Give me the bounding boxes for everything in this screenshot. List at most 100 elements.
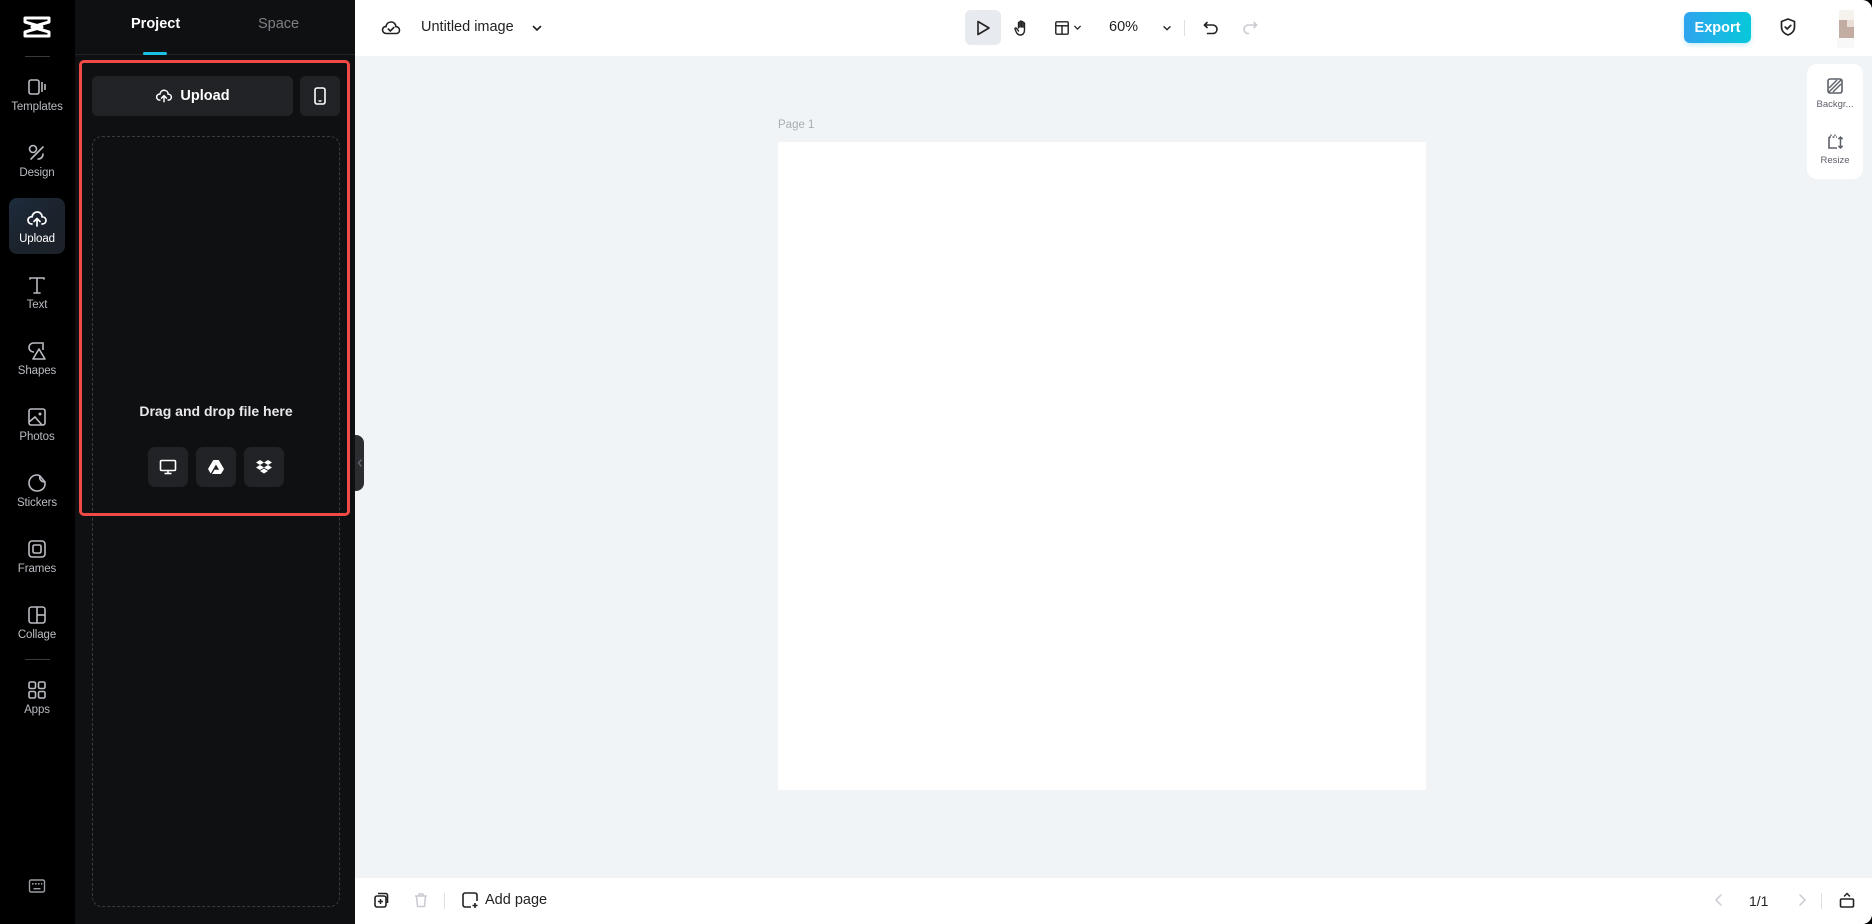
active-tab-indicator xyxy=(143,52,167,55)
hand-icon xyxy=(1014,19,1026,36)
pointer-icon xyxy=(977,20,990,35)
background-icon xyxy=(1827,78,1843,94)
delete-page-icon[interactable] xyxy=(412,891,430,909)
add-page-icon xyxy=(462,892,478,908)
design-icon xyxy=(28,144,44,160)
rail-divider xyxy=(25,659,50,660)
document-title[interactable]: Untitled image xyxy=(421,19,514,35)
side-tools-panel: Backgr... Resize xyxy=(1807,64,1863,179)
rail-item-templates[interactable]: Templates xyxy=(9,66,65,122)
upload-from-phone-button[interactable] xyxy=(300,76,340,116)
undo-icon xyxy=(1203,21,1218,34)
bottom-toolbar: Add page 1/1 xyxy=(355,878,1872,924)
rail-item-label: Text xyxy=(26,298,48,311)
zoom-level[interactable]: 60% xyxy=(1109,19,1138,35)
rail-item-label: Design xyxy=(19,166,55,179)
rail-item-photos[interactable]: Photos xyxy=(9,396,65,452)
editor-main: Untitled image 60% Export Backgr... Resi… xyxy=(355,0,1872,924)
resize-button[interactable]: Resize xyxy=(1807,133,1863,166)
resize-label: Resize xyxy=(1820,155,1850,166)
zoom-dropdown-button[interactable] xyxy=(1157,10,1177,45)
upload-button-label: Upload xyxy=(180,88,230,104)
upload-from-google-drive-button[interactable] xyxy=(196,447,236,487)
rail-divider xyxy=(25,56,50,57)
page-label: Page 1 xyxy=(778,119,815,131)
rail-item-label: Templates xyxy=(11,100,63,113)
photos-icon xyxy=(28,407,46,426)
rail-item-label: Upload xyxy=(19,232,55,245)
toolbar-divider xyxy=(1184,20,1185,36)
cloud-saved-icon[interactable] xyxy=(381,18,401,38)
toolbar-divider xyxy=(444,893,445,909)
capcut-logo-icon[interactable] xyxy=(22,15,52,39)
redo-button[interactable] xyxy=(1235,10,1265,45)
add-page-button[interactable]: Add page xyxy=(461,891,547,909)
chevron-left-icon xyxy=(357,459,362,467)
canvas-page[interactable] xyxy=(778,142,1426,790)
upload-from-dropbox-button[interactable] xyxy=(244,447,284,487)
export-button[interactable]: Export xyxy=(1684,12,1751,43)
layout-tool-button[interactable] xyxy=(1048,10,1088,45)
shield-check-icon[interactable] xyxy=(1778,17,1798,37)
next-page-icon[interactable] xyxy=(1795,891,1809,909)
hand-tool-button[interactable] xyxy=(1007,10,1037,45)
tab-project[interactable]: Project xyxy=(131,16,180,32)
upload-panel: Project Space Upload Drag and drop file … xyxy=(75,0,355,924)
rail-item-collage[interactable]: Collage xyxy=(9,594,65,650)
app-window: Templates Design Upload Text Shapes Phot… xyxy=(0,0,1872,924)
add-page-label: Add page xyxy=(485,892,548,908)
chevron-down-icon xyxy=(1073,25,1081,30)
apps-icon xyxy=(28,680,46,699)
templates-icon xyxy=(28,78,46,95)
collage-icon xyxy=(28,605,46,624)
chevron-down-icon xyxy=(1163,25,1171,31)
phone-icon xyxy=(314,87,326,105)
stickers-icon xyxy=(28,473,46,492)
drop-zone[interactable] xyxy=(92,136,340,907)
rail-item-label: Apps xyxy=(24,703,50,716)
upload-cloud-icon xyxy=(27,210,47,227)
toolbar-divider xyxy=(1821,893,1822,909)
rail-item-label: Stickers xyxy=(16,496,58,509)
dropbox-icon xyxy=(256,460,272,474)
chevron-down-icon[interactable] xyxy=(530,21,544,35)
rail-item-frames[interactable]: Frames xyxy=(9,528,65,584)
background-button[interactable]: Backgr... xyxy=(1807,77,1863,110)
upload-from-computer-button[interactable] xyxy=(148,447,188,487)
upload-button[interactable]: Upload xyxy=(92,76,293,116)
drop-zone-text: Drag and drop file here xyxy=(139,403,293,419)
rail-item-label: Collage xyxy=(17,628,57,641)
rail-item-text[interactable]: Text xyxy=(9,264,65,320)
previous-page-icon[interactable] xyxy=(1712,891,1726,909)
collapse-pages-icon[interactable] xyxy=(1838,891,1856,909)
panel-tabs: Project Space xyxy=(75,0,355,55)
rail-item-stickers[interactable]: Stickers xyxy=(9,462,65,518)
top-toolbar: Untitled image 60% Export xyxy=(355,0,1872,56)
tab-space[interactable]: Space xyxy=(258,16,299,32)
rail-item-upload[interactable]: Upload xyxy=(9,198,65,254)
user-avatar[interactable] xyxy=(1837,10,1857,48)
rail-item-label: Photos xyxy=(19,430,55,443)
upload-cloud-icon xyxy=(156,89,173,103)
background-label: Backgr... xyxy=(1816,99,1854,110)
keyboard-icon[interactable] xyxy=(28,878,46,894)
resize-icon xyxy=(1828,134,1843,150)
collapse-panel-handle[interactable] xyxy=(355,435,364,491)
google-drive-icon xyxy=(208,460,224,474)
rail-item-design[interactable]: Design xyxy=(9,132,65,188)
page-counter: 1/1 xyxy=(1749,893,1769,909)
select-tool-button[interactable] xyxy=(965,10,1001,45)
rail-item-apps[interactable]: Apps xyxy=(9,669,65,725)
computer-icon xyxy=(159,459,177,475)
shapes-icon xyxy=(28,341,46,360)
rail-item-label: Shapes xyxy=(17,364,57,377)
rail-item-label: Frames xyxy=(17,562,57,575)
rail-item-shapes[interactable]: Shapes xyxy=(9,330,65,386)
frames-icon xyxy=(28,539,46,558)
undo-button[interactable] xyxy=(1196,10,1226,45)
text-icon xyxy=(29,276,45,294)
layout-icon xyxy=(1054,20,1069,35)
duplicate-page-icon[interactable] xyxy=(372,891,390,909)
redo-icon xyxy=(1243,21,1258,34)
left-rail: Templates Design Upload Text Shapes Phot… xyxy=(0,0,75,924)
